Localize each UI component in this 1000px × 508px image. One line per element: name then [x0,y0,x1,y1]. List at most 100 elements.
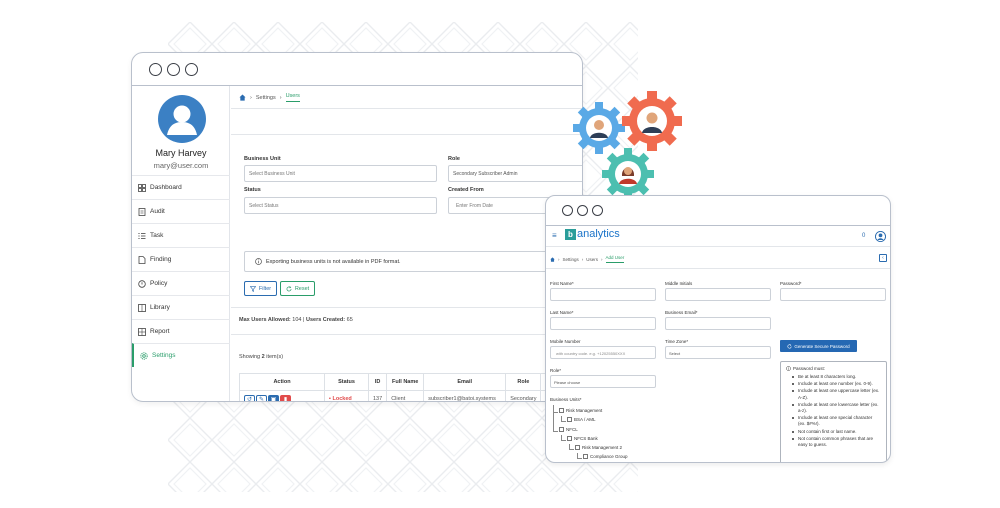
sidebar-item-label: Library [150,304,170,311]
expand-icon[interactable]: ‹ [879,254,887,262]
breadcrumb-add-user[interactable]: Add User [605,255,625,263]
home-icon[interactable] [550,256,555,262]
checkbox[interactable] [583,454,588,459]
tree-item-label: Compliance Group [590,454,628,459]
generate-password-button[interactable]: Generate Secure Password [780,340,857,352]
settings-users-window: Mary Harvey mary@user.com Dashboard Audi… [131,52,583,402]
column-header-id[interactable]: ID [367,373,388,391]
breadcrumb-settings[interactable]: Settings [256,95,276,101]
window-control-dot[interactable] [562,205,573,216]
row-actions: ↺ ✎ ▣ ▮ [239,390,325,401]
role-label: Role* [550,368,562,373]
tree-item-label: NFCS Bank [574,436,598,441]
sidebar: Mary Harvey mary@user.com Dashboard Audi… [132,86,230,401]
chevron-right-icon: › [250,94,252,101]
sidebar-item-policy[interactable]: Policy [132,271,230,295]
tree-item[interactable]: Compliance Group [583,454,628,459]
tree-item[interactable]: Risk Management 2 [575,445,622,450]
table-row: ↺✎▣▮ ▪ Locked 137 Client Admin 2 subscri… [239,390,556,401]
export-notice: Exporting business units is not availabl… [244,251,580,272]
column-header-status[interactable]: Status [324,373,369,391]
breadcrumb-users[interactable]: Users [586,257,598,262]
list-item: Not contain first or last name. [792,429,881,435]
column-header-role[interactable]: Role [505,373,542,391]
gear-icon [622,91,682,151]
business-unit-select[interactable]: Select Business Unit [244,165,437,182]
status-select[interactable]: Select Status [244,197,437,214]
reset-button[interactable]: Reset [280,281,315,296]
tree-item[interactable]: BSA / AML [567,417,596,422]
window-control-dot[interactable] [592,205,603,216]
divider [231,307,582,308]
divider [231,334,582,335]
window-control-dot[interactable] [185,62,198,76]
checkbox[interactable] [559,408,564,413]
chevron-right-icon: › [558,256,560,262]
divider [231,108,582,109]
column-header-action[interactable]: Action [239,373,325,391]
notification-count[interactable]: 0 [862,233,865,239]
password-requirements: Password must: Be at least 8 characters … [780,361,887,462]
avatar[interactable] [158,95,206,143]
reset-label: Reset [294,285,310,292]
settings-icon [140,351,148,360]
filter-button[interactable]: Filter [244,281,277,296]
chevron-right-icon: › [601,256,603,262]
user-email: mary@user.com [153,161,209,170]
window-control-dot[interactable] [577,205,588,216]
window-control-dot[interactable] [149,62,162,76]
tree-item[interactable]: NFCL [559,427,578,432]
sidebar-item-report[interactable]: Report [132,319,230,343]
sidebar-item-library[interactable]: Library [132,295,230,319]
role-select[interactable]: Secondary Subscriber Admin [448,165,582,182]
sidebar-item-settings[interactable]: Settings [132,343,230,367]
mobile-label: Mobile Number [550,339,581,344]
tree-item[interactable]: NFCS Bank [567,436,598,441]
business-email-input[interactable] [665,317,771,330]
edit-icon[interactable]: ✎ [256,395,267,401]
checkbox[interactable] [559,427,564,432]
role-select[interactable]: Please choose [550,375,656,388]
password-input[interactable] [780,288,886,301]
home-icon[interactable] [239,94,246,101]
middle-initials-input[interactable] [665,288,771,301]
window-titlebar [546,196,890,226]
brand-logo[interactable]: b analytics [565,228,620,240]
row-email: subscriber1@batoi.systems [423,390,507,401]
timezone-select[interactable]: Select [665,346,771,359]
column-header-full-name[interactable]: Full Name [386,373,425,391]
tree-item[interactable]: Risk Management [559,408,602,413]
sidebar-item-task[interactable]: Task [132,223,230,247]
users-created-value: 65 [346,317,353,323]
checkbox[interactable] [567,436,572,441]
breadcrumb-users[interactable]: Users [285,93,300,102]
history-icon[interactable]: ↺ [244,395,255,401]
showing-count: Showing 2 item(s) [239,354,283,360]
user-icon[interactable] [875,231,886,242]
sidebar-item-audit[interactable]: Audit [132,199,230,223]
refresh-icon [286,285,292,291]
sidebar-item-label: Task [150,232,164,239]
menu-icon[interactable]: ≡ [552,231,557,240]
column-header-email[interactable]: Email [423,373,507,391]
tree-item-label: Risk Management 2 [582,445,623,450]
checkbox[interactable] [567,417,572,422]
tree-item-label: NFCL [566,427,578,432]
sidebar-item-label: Dashboard [150,184,182,191]
sidebar-item-dashboard[interactable]: Dashboard [132,175,230,199]
window-control-dot[interactable] [167,62,180,76]
mobile-input[interactable]: with country code. e.g. +12025550XXX [550,346,656,359]
first-name-input[interactable] [550,288,656,301]
breadcrumb-settings[interactable]: Settings [563,257,579,262]
last-name-input[interactable] [550,317,656,330]
role-label: Role [448,156,460,162]
logo-text: analytics [577,228,620,240]
users-created-label: Users Created: [305,317,346,323]
info-icon [255,258,262,265]
delete-icon[interactable]: ▮ [280,395,291,401]
gear-icon [602,148,654,200]
checkbox[interactable] [575,445,580,450]
sidebar-item-finding[interactable]: Finding [132,247,230,271]
lock-icon[interactable]: ▣ [268,395,279,401]
users-table: Action Status ID Full Name Email Role M … [239,373,556,401]
